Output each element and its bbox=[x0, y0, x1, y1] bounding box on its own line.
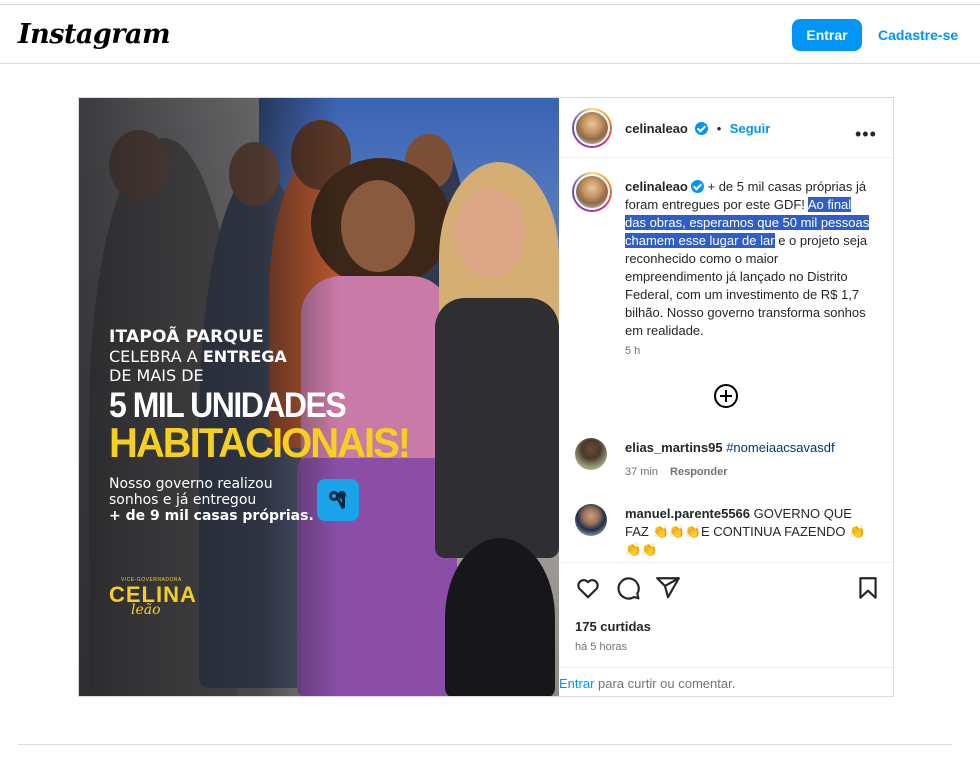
likes-count[interactable]: 175 curtidas bbox=[575, 619, 651, 634]
comment-avatar[interactable] bbox=[575, 504, 607, 536]
post-header: celinaleao • Seguir ••• bbox=[559, 98, 893, 158]
reply-button[interactable]: Responder bbox=[670, 466, 727, 478]
signup-link[interactable]: Cadastre-se bbox=[878, 27, 958, 43]
post-actions: 175 curtidas há 5 horas Entrar para curt… bbox=[559, 562, 893, 696]
login-link[interactable]: Entrar bbox=[559, 676, 594, 691]
overlay-line-2: CELEBRA A ENTREGA bbox=[109, 347, 287, 366]
plus-circle-icon[interactable] bbox=[714, 384, 738, 408]
comment-avatar[interactable] bbox=[575, 438, 607, 470]
overlay-line-1: ITAPOÃ PARQUE bbox=[109, 327, 264, 347]
caption-username[interactable]: celinaleao bbox=[625, 179, 688, 194]
save-bookmark-icon[interactable] bbox=[855, 575, 881, 601]
celina-logo-sub: leão bbox=[131, 602, 161, 618]
hashtag-link[interactable]: #nomeiaacsavasdf bbox=[726, 440, 834, 455]
footer-divider bbox=[18, 744, 952, 745]
instagram-logo[interactable]: Instagram bbox=[18, 19, 171, 50]
post-side-panel: celinaleao • Seguir ••• celinaleao + de … bbox=[559, 98, 893, 696]
author-username[interactable]: celinaleao bbox=[625, 121, 688, 136]
post-card: ITAPOÃ PARQUE CELEBRA A ENTREGA DE MAIS … bbox=[78, 97, 894, 697]
login-button[interactable]: Entrar bbox=[792, 19, 862, 51]
top-navigation-bar: Instagram Entrar Cadastre-se bbox=[0, 4, 980, 64]
share-icon[interactable] bbox=[655, 575, 681, 601]
verified-badge-icon bbox=[695, 122, 709, 135]
overlay-line-3: DE MAIS DE bbox=[109, 366, 204, 385]
post-image[interactable]: ITAPOÃ PARQUE CELEBRA A ENTREGA DE MAIS … bbox=[79, 98, 559, 696]
caption-author-avatar[interactable] bbox=[572, 172, 612, 212]
overlay-body-text: Nosso governo realizou sonhos e já entre… bbox=[109, 476, 314, 524]
keys-icon bbox=[317, 479, 359, 521]
overlay-line-5: HABITACIONAIS! bbox=[109, 420, 411, 467]
caption-time: 5 h bbox=[625, 345, 641, 357]
post-timestamp[interactable]: há 5 horas bbox=[575, 641, 627, 653]
follow-button[interactable]: Seguir bbox=[730, 121, 770, 136]
heart-icon[interactable] bbox=[575, 575, 601, 601]
comment-text: elias_martins95 #nomeiaacsavasdf bbox=[625, 440, 835, 455]
post-caption: celinaleao + de 5 mil casas próprias já … bbox=[625, 179, 870, 338]
author-avatar[interactable] bbox=[572, 108, 612, 148]
login-prompt: Entrar para curtir ou comentar. bbox=[559, 667, 893, 697]
comment-text: manuel.parente5566 GOVERNO QUE FAZ 👏👏👏E … bbox=[625, 506, 866, 557]
comment-meta: 37 min Responder bbox=[625, 466, 728, 478]
comment-icon[interactable] bbox=[615, 575, 641, 601]
more-options-icon[interactable]: ••• bbox=[855, 124, 877, 145]
verified-badge-icon bbox=[690, 180, 704, 193]
